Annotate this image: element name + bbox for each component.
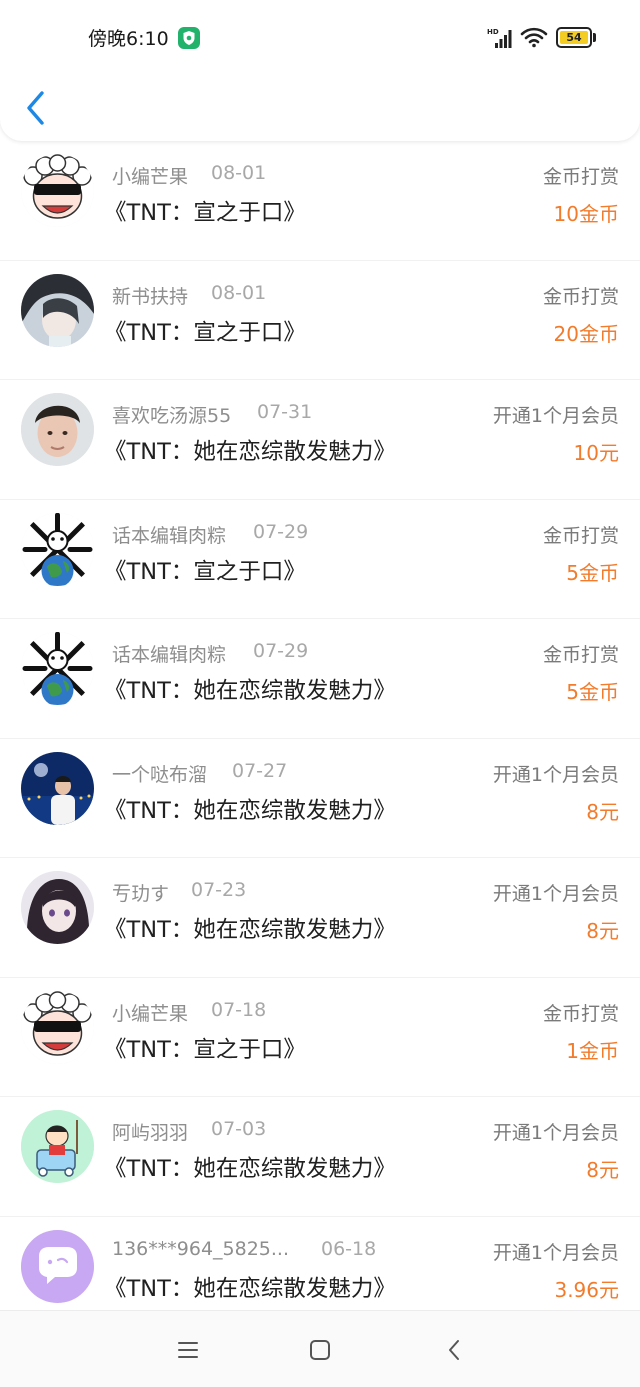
user-name: 小编芒果 bbox=[112, 166, 189, 188]
user-name: 新书扶持 bbox=[112, 285, 189, 308]
record-amount: 3.96元 bbox=[554, 1277, 619, 1302]
record-amount: 5金币 bbox=[566, 680, 619, 704]
record-amount: 5金币 bbox=[566, 560, 619, 585]
menu-icon[interactable] bbox=[175, 1337, 201, 1363]
list-item[interactable]: 小编芒果 07-18 《TNT：宣之于口》 金币打赏 1金币 bbox=[0, 978, 640, 1098]
avatar[interactable] bbox=[21, 273, 94, 347]
list-item[interactable]: 话本编辑肉粽 07-29 《TNT：宣之于口》 金币打赏 5金币 bbox=[0, 500, 640, 620]
battery-level: 54 bbox=[560, 31, 588, 44]
back-button[interactable] bbox=[20, 88, 52, 128]
list-item[interactable]: 喜欢吃汤源55 07-31 《TNT：她在恋综散发魅力》 开通1个月会员 10元 bbox=[0, 380, 640, 500]
book-title: 《TNT：宣之于口》 bbox=[104, 200, 306, 226]
record-amount: 1金币 bbox=[566, 1038, 619, 1063]
record-type: 开通1个月会员 bbox=[492, 1122, 619, 1144]
book-title: 《TNT：宣之于口》 bbox=[104, 558, 306, 585]
user-name: 一个哒布溜 bbox=[112, 763, 208, 786]
record-amount: 20金币 bbox=[553, 321, 619, 346]
top-header: 傍晚6:10 HD 54 bbox=[0, 0, 640, 141]
record-date: 07-31 bbox=[257, 401, 313, 423]
record-date: 08-01 bbox=[211, 162, 267, 184]
record-type: 金币打赏 bbox=[542, 166, 619, 188]
back-triangle-icon[interactable] bbox=[442, 1337, 468, 1363]
record-amount: 8元 bbox=[586, 799, 619, 824]
book-title: 《TNT：她在恋综散发魅力》 bbox=[104, 1275, 396, 1302]
book-title: 《TNT：宣之于口》 bbox=[104, 1036, 306, 1063]
record-type: 金币打赏 bbox=[542, 524, 619, 547]
avatar[interactable] bbox=[21, 632, 94, 705]
record-date: 07-27 bbox=[232, 759, 288, 782]
system-nav-bar bbox=[0, 1310, 640, 1387]
list-item[interactable]: 话本编辑肉粽 07-29 《TNT：她在恋综散发魅力》 金币打赏 5金币 bbox=[0, 619, 640, 739]
status-time: 傍晚6:10 bbox=[88, 28, 169, 50]
record-date: 06-18 bbox=[321, 1237, 377, 1260]
record-type: 金币打赏 bbox=[542, 285, 619, 308]
record-type: 金币打赏 bbox=[542, 1002, 619, 1025]
record-type: 开通1个月会员 bbox=[492, 883, 619, 905]
signal-icon: HD bbox=[487, 28, 512, 48]
record-date: 07-23 bbox=[191, 879, 247, 901]
record-amount: 8元 bbox=[586, 919, 619, 943]
chevron-left-icon bbox=[27, 91, 44, 125]
record-date: 07-18 bbox=[211, 998, 267, 1021]
avatar[interactable] bbox=[21, 512, 94, 586]
list-item[interactable]: 亐玏す 07-23 《TNT：她在恋综散发魅力》 开通1个月会员 8元 bbox=[0, 858, 640, 978]
user-name: 话本编辑肉粽 bbox=[112, 644, 227, 666]
reward-record-list: 小编芒果 08-01 《TNT：宣之于口》 金币打赏 10金币 新书扶持 08-01 《TNT… bbox=[0, 141, 640, 1336]
user-name: 136***964_5825... bbox=[112, 1237, 290, 1260]
list-item[interactable]: 阿屿羽羽 07-03 《TNT：她在恋综散发魅力》 开通1个月会员 8元 bbox=[0, 1097, 640, 1217]
shield-icon bbox=[178, 27, 200, 49]
record-amount: 10元 bbox=[573, 441, 619, 465]
record-amount: 10金币 bbox=[553, 202, 619, 226]
record-type: 开通1个月会员 bbox=[492, 1241, 619, 1264]
home-square-icon[interactable] bbox=[307, 1337, 333, 1363]
book-title: 《TNT：她在恋综散发魅力》 bbox=[104, 797, 396, 824]
battery-tip bbox=[593, 33, 596, 42]
battery-icon: 54 bbox=[556, 27, 592, 48]
page: 傍晚6:10 HD 54 小编芒果 08-01 《TNT：宣之于口》 金币打赏 … bbox=[0, 0, 640, 1387]
avatar[interactable] bbox=[21, 1110, 94, 1183]
user-name: 小编芒果 bbox=[112, 1002, 189, 1025]
book-title: 《TNT：她在恋综散发魅力》 bbox=[104, 439, 396, 465]
avatar[interactable] bbox=[21, 751, 94, 825]
network-label: HD bbox=[487, 28, 499, 36]
avatar[interactable] bbox=[21, 393, 94, 466]
record-type: 开通1个月会员 bbox=[492, 405, 619, 427]
user-name: 话本编辑肉粽 bbox=[112, 524, 227, 547]
record-type: 开通1个月会员 bbox=[492, 763, 619, 786]
book-title: 《TNT：她在恋综散发魅力》 bbox=[104, 917, 396, 943]
avatar[interactable] bbox=[21, 1229, 94, 1303]
book-title: 《TNT：她在恋综散发魅力》 bbox=[104, 678, 396, 704]
avatar[interactable] bbox=[21, 871, 94, 944]
record-date: 07-03 bbox=[211, 1118, 267, 1140]
user-name: 亐玏す bbox=[112, 883, 170, 905]
record-date: 08-01 bbox=[211, 281, 267, 304]
avatar[interactable] bbox=[21, 990, 94, 1064]
book-title: 《TNT：她在恋综散发魅力》 bbox=[104, 1156, 396, 1182]
list-item[interactable]: 一个哒布溜 07-27 《TNT：她在恋综散发魅力》 开通1个月会员 8元 bbox=[0, 739, 640, 859]
record-date: 07-29 bbox=[253, 640, 309, 662]
wifi-icon bbox=[520, 27, 548, 48]
record-type: 金币打赏 bbox=[542, 644, 619, 666]
status-bar: 傍晚6:10 HD 54 bbox=[0, 0, 640, 76]
book-title: 《TNT：宣之于口》 bbox=[104, 319, 306, 346]
user-name: 喜欢吃汤源55 bbox=[112, 405, 232, 427]
record-date: 07-29 bbox=[253, 520, 309, 543]
record-amount: 8元 bbox=[586, 1158, 619, 1182]
avatar[interactable] bbox=[21, 154, 94, 227]
user-name: 阿屿羽羽 bbox=[112, 1122, 189, 1144]
list-item[interactable]: 新书扶持 08-01 《TNT：宣之于口》 金币打赏 20金币 bbox=[0, 261, 640, 381]
list-item[interactable]: 小编芒果 08-01 《TNT：宣之于口》 金币打赏 10金币 bbox=[0, 141, 640, 261]
